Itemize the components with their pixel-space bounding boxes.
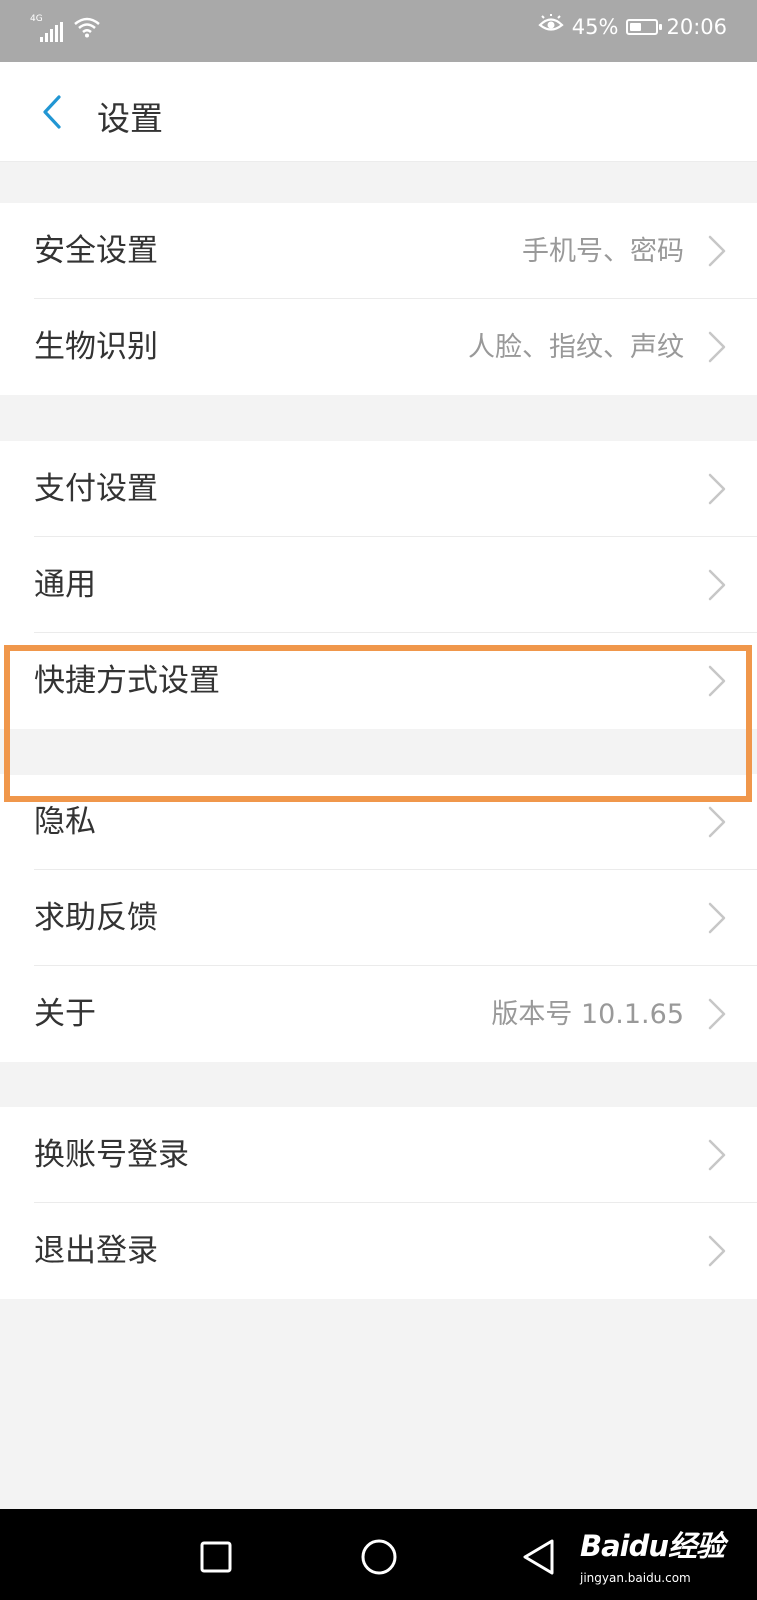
home-icon xyxy=(361,1539,397,1575)
chevron-right-icon xyxy=(708,1235,726,1267)
item-label: 换账号登录 xyxy=(34,1137,189,1173)
clock: 20:06 xyxy=(666,14,727,39)
chevron-right-icon xyxy=(708,902,726,934)
app-header: 设置 xyxy=(0,62,757,162)
item-label: 隐私 xyxy=(34,804,96,840)
baidu-watermark: Baidu经验 jingyan.baidu.com xyxy=(580,1523,725,1585)
settings-item-general[interactable]: 通用 xyxy=(0,537,757,633)
recent-apps-icon xyxy=(200,1541,232,1573)
settings-item-privacy[interactable]: 隐私 xyxy=(0,774,757,870)
chevron-right-icon xyxy=(708,569,726,601)
chevron-right-icon xyxy=(708,998,726,1030)
battery-percent: 45% xyxy=(571,14,619,39)
chevron-right-icon xyxy=(708,235,726,267)
nav-back-button[interactable] xyxy=(510,1531,566,1583)
settings-item-payment[interactable]: 支付设置 xyxy=(0,441,757,537)
chevron-left-icon xyxy=(43,95,61,129)
item-label: 通用 xyxy=(34,567,96,603)
item-value: 手机号、密码 xyxy=(522,236,684,267)
settings-item-about[interactable]: 关于 版本号 10.1.65 xyxy=(0,966,757,1062)
item-label: 退出登录 xyxy=(34,1233,158,1269)
item-value: 人脸、指纹、声纹 xyxy=(468,332,684,363)
network-type: 4G xyxy=(30,14,43,24)
status-bar: 4G 45% 20:06 xyxy=(0,0,757,62)
chevron-right-icon xyxy=(708,331,726,363)
highlight-section-gap xyxy=(10,731,746,775)
system-nav-bar: Baidu经验 jingyan.baidu.com xyxy=(0,1509,757,1600)
status-left: 4G xyxy=(30,14,101,42)
settings-item-help-feedback[interactable]: 求助反馈 xyxy=(0,870,757,966)
item-label: 快捷方式设置 xyxy=(34,663,220,699)
item-value: 版本号 10.1.65 xyxy=(491,999,684,1030)
wifi-icon xyxy=(73,16,101,42)
chevron-right-icon xyxy=(708,1139,726,1171)
back-icon xyxy=(523,1539,554,1575)
battery-icon xyxy=(626,18,663,35)
item-label: 求助反馈 xyxy=(34,900,158,936)
item-label: 支付设置 xyxy=(34,471,158,507)
chevron-right-icon xyxy=(708,665,726,697)
item-label: 关于 xyxy=(34,996,96,1032)
settings-item-security[interactable]: 安全设置 手机号、密码 xyxy=(0,203,757,299)
item-label: 生物识别 xyxy=(34,329,158,365)
home-button[interactable] xyxy=(351,1531,407,1583)
settings-item-biometrics[interactable]: 生物识别 人脸、指纹、声纹 xyxy=(0,299,757,395)
chevron-right-icon xyxy=(708,473,726,505)
settings-item-switch-account[interactable]: 换账号登录 xyxy=(0,1107,757,1203)
eye-comfort-icon xyxy=(538,13,564,39)
back-button[interactable] xyxy=(30,86,74,138)
signal-icon xyxy=(40,22,63,42)
chevron-right-icon xyxy=(708,806,726,838)
page-title: 设置 xyxy=(97,99,163,138)
recent-apps-button[interactable] xyxy=(188,1531,244,1583)
settings-item-logout[interactable]: 退出登录 xyxy=(0,1203,757,1299)
item-label: 安全设置 xyxy=(34,233,158,269)
settings-item-shortcuts[interactable]: 快捷方式设置 xyxy=(0,633,757,729)
watermark-url: jingyan.baidu.com xyxy=(580,1571,691,1585)
watermark-brand: Baidu经验 xyxy=(580,1529,725,1563)
status-right: 45% 20:06 xyxy=(538,13,727,39)
